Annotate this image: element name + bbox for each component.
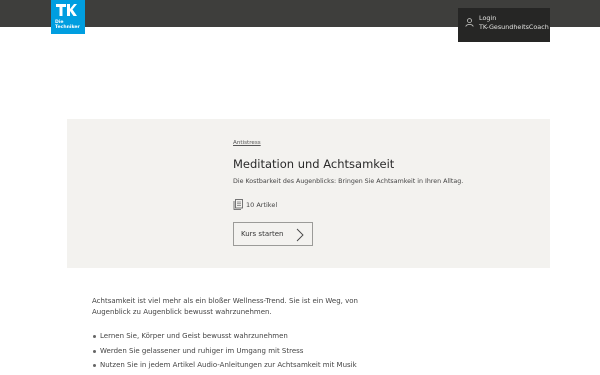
tk-logo-icon — [56, 4, 77, 16]
article-count-label: 10 Artikel — [246, 200, 278, 209]
user-icon — [465, 18, 474, 27]
articles-icon — [233, 199, 243, 210]
list-item: Lernen Sie, Körper und Geist bewusst wah… — [92, 329, 357, 344]
start-course-button[interactable]: Kurs starten — [233, 222, 313, 246]
login-dropdown: Login TK-GesundheitsCoach — [458, 8, 550, 42]
course-title: Meditation und Achtsamkeit — [233, 157, 395, 171]
list-item: Werden Sie gelassener und ruhiger im Umg… — [92, 344, 357, 359]
start-course-label: Kurs starten — [241, 230, 284, 238]
intro-text: Achtsamkeit ist viel mehr als ein bloßer… — [92, 297, 358, 316]
topic-link[interactable]: Antistress — [233, 140, 261, 146]
tk-logo[interactable]: Die Techniker — [51, 0, 85, 34]
article-count: 10 Artikel — [233, 199, 277, 210]
benefits-list: Lernen Sie, Körper und Geist bewusst wah… — [92, 329, 357, 373]
chevron-right-icon — [296, 228, 304, 242]
course-description: Die Kostbarkeit des Augenblicks: Bringen… — [233, 178, 464, 185]
gesundheitscoach-link[interactable]: TK-GesundheitsCoach — [479, 23, 550, 32]
list-item: Nutzen Sie in jedem Artikel Audio-Anleit… — [92, 358, 357, 373]
login-link[interactable]: Login — [479, 14, 550, 23]
brand-line-2: Techniker — [55, 25, 80, 30]
